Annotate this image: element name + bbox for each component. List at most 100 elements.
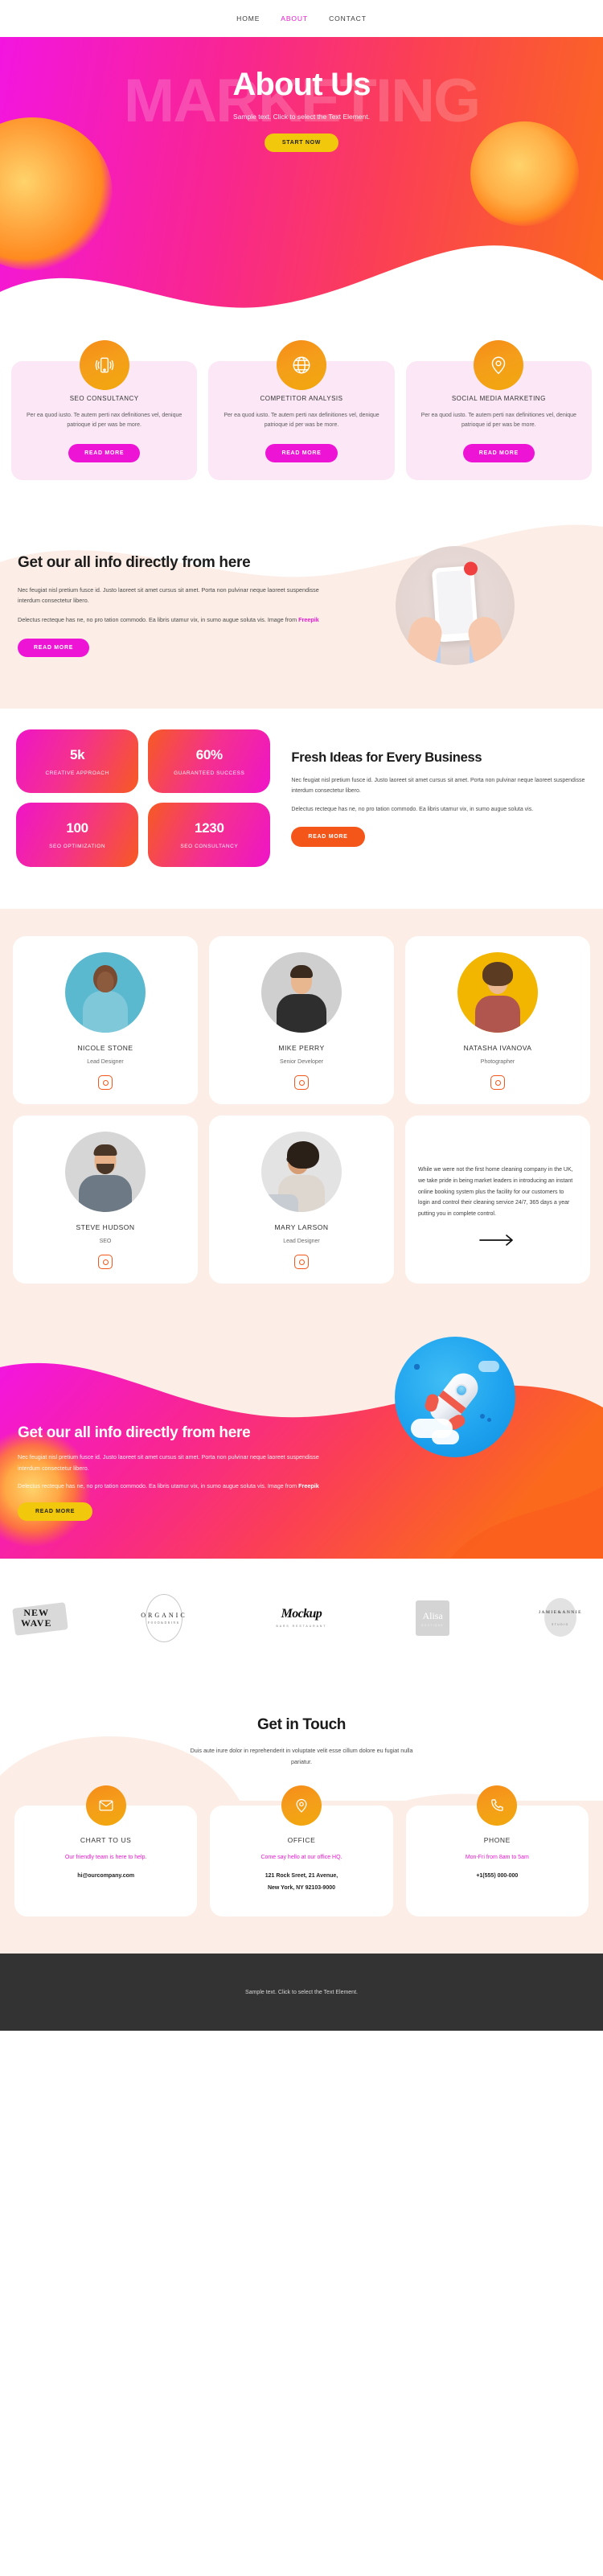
instagram-icon[interactable]: [490, 1075, 505, 1090]
member-name: STEVE HUDSON: [76, 1223, 135, 1231]
service-text: Per ea quod iusto. Te autem perti nax de…: [420, 413, 576, 429]
nav-item-contact[interactable]: CONTACT: [329, 14, 367, 23]
contact-card-title: OFFICE: [287, 1835, 316, 1844]
stat-label: SEO CONSULTANCY: [180, 844, 239, 850]
stat-card-creative-approach: 5k CREATIVE APPROACH: [16, 729, 139, 794]
stat-label: CREATIVE APPROACH: [45, 770, 109, 776]
logo-box-shape: Alisa BOUTIQUE: [416, 1600, 450, 1636]
service-read-more-button[interactable]: READ MORE: [265, 443, 338, 462]
globe-icon: [276, 340, 326, 390]
instagram-icon[interactable]: [294, 1255, 309, 1269]
service-title: COMPETITOR ANALYSIS: [260, 395, 343, 402]
start-now-button[interactable]: START NOW: [264, 134, 339, 152]
nav-item-home[interactable]: HOME: [236, 14, 260, 23]
hero-wave-divider: [0, 245, 603, 314]
member-name: NATASHA IVANOVA: [463, 1044, 532, 1052]
cta-paragraph-2: Delectus recteque has ne, no pro tation …: [18, 1481, 324, 1491]
contact-card-value: 121 Rock Sreet, 21 Avenue, New York, NY …: [265, 1872, 338, 1891]
rocket-window: [452, 1381, 470, 1399]
member-name: MARY LARSON: [274, 1223, 329, 1231]
logo-text-line2: WAVE: [21, 1617, 52, 1629]
contact-card-note: Our friendly team is here to help.: [64, 1854, 147, 1860]
instagram-icon[interactable]: [98, 1255, 113, 1269]
contact-card-chat: CHART TO US Our friendly team is here to…: [14, 1785, 198, 1917]
service-read-more-button[interactable]: READ MORE: [68, 443, 141, 462]
hero-title: About Us: [232, 67, 371, 102]
logo-text-line2: FOOD&DRINK: [147, 1621, 180, 1625]
contact-card-value[interactable]: hi@ourcompany.com: [23, 1871, 189, 1883]
contact-card-value[interactable]: +1(555) 000-000: [414, 1871, 580, 1883]
stats-read-more-button[interactable]: READ MORE: [291, 826, 365, 847]
stat-number: 100: [66, 820, 88, 836]
freepik-link[interactable]: Freepik: [298, 1482, 319, 1489]
arrow-right-icon[interactable]: [479, 1234, 516, 1246]
team-member-card: NICOLE STONE Lead Designer: [13, 936, 198, 1104]
info-paragraph-1: Nec feugiat nisl pretium fusce id. Justo…: [18, 585, 319, 604]
logo-oval-shape: [544, 1598, 576, 1637]
service-read-more-button[interactable]: READ MORE: [462, 443, 535, 462]
mobile-phone-icon: [79, 340, 129, 390]
logo-text-line1: Mockup: [281, 1607, 322, 1621]
avatar: [65, 1132, 146, 1212]
stats-title: Fresh Ideas for Every Business: [291, 750, 482, 765]
cta-text-block: Get our all info directly from here Nec …: [18, 1424, 324, 1522]
cta-paragraph-2-text: Delectus recteque has ne, no pro tation …: [18, 1481, 299, 1489]
logo-alisa: Alisa BOUTIQUE: [416, 1600, 450, 1636]
service-card-competitor-analysis: COMPETITOR ANALYSIS Per ea quod iusto. T…: [208, 340, 395, 480]
footer-text: Sample text. Click to select the Text El…: [245, 1989, 358, 1995]
cta-content: Get our all info directly from here Nec …: [0, 1317, 603, 1522]
instagram-icon[interactable]: [294, 1075, 309, 1090]
team-member-card: MARY LARSON Lead Designer: [209, 1115, 394, 1284]
cloud-small: [478, 1361, 499, 1372]
info-row: Get our all info directly from here Nec …: [0, 545, 603, 665]
cta-section: Get our all info directly from here Nec …: [0, 1317, 603, 1559]
stats-text-block: Fresh Ideas for Every Business Nec feugi…: [288, 750, 587, 847]
client-logos-section: NEW WAVE ORGANIC FOOD&DRINK Mockup BARS …: [0, 1559, 603, 1679]
logo-text-line1: JAMIE&ANNIE: [538, 1610, 582, 1615]
stat-number: 5k: [69, 746, 85, 762]
service-card-social-media-marketing: SOCIAL MEDIA MARKETING Per ea quod iusto…: [405, 340, 592, 480]
avatar: [261, 1132, 342, 1212]
map-pin-icon: [281, 1785, 322, 1826]
hand-holding-phone-illustration: [395, 545, 515, 665]
cta-illustration: [324, 1337, 585, 1457]
info-section: Get our all info directly from here Nec …: [0, 515, 603, 709]
avatar: [457, 952, 538, 1033]
contact-cards-grid: CHART TO US Our friendly team is here to…: [0, 1769, 603, 1954]
service-title: SEO CONSULTANCY: [69, 395, 139, 402]
team-grid: NICOLE STONE Lead Designer MIKE PERRY Se…: [13, 936, 590, 1284]
team-member-card: STEVE HUDSON SEO: [13, 1115, 198, 1284]
info-title: Get our all info directly from here: [18, 554, 251, 572]
contact-card-title: CHART TO US: [80, 1835, 132, 1844]
logo-text-line1: Alisa: [422, 1609, 443, 1621]
contact-section: Get in Touch Duis aute irure dolor in re…: [0, 1679, 603, 1954]
team-section: NICOLE STONE Lead Designer MIKE PERRY Se…: [0, 909, 603, 1317]
member-name: NICOLE STONE: [77, 1044, 133, 1052]
logo-new-wave: NEW WAVE: [12, 1602, 68, 1637]
freepik-link[interactable]: Freepik: [298, 616, 319, 623]
notification-badge: [463, 561, 478, 576]
stat-card-seo-optimization: 100 SEO OPTIMIZATION: [16, 803, 139, 867]
map-pin-icon: [474, 340, 524, 390]
cta-read-more-button[interactable]: READ MORE: [18, 1502, 93, 1522]
logo-text-line2: BOUTIQUE: [421, 1623, 445, 1627]
logo-text-line1: ORGANIC: [141, 1612, 187, 1619]
instagram-icon[interactable]: [98, 1075, 113, 1090]
page-root: HOME ABOUT CONTACT MARKETING About Us Sa…: [0, 0, 603, 2032]
logo-text-line2: STUDIO: [552, 1623, 569, 1626]
stat-label: GUARANTEED SUCCESS: [174, 770, 245, 776]
hero-section: MARKETING About Us Sample text. Click to…: [0, 37, 603, 314]
contact-card-phone: PHONE Mon-Fri from 8am to 5am +1(555) 00…: [405, 1785, 589, 1917]
service-text: Per ea quod iusto. Te autem perti nax de…: [27, 413, 183, 429]
avatar: [261, 952, 342, 1033]
team-member-card: MIKE PERRY Senior Developer: [209, 936, 394, 1104]
stat-card-seo-consultancy: 1230 SEO CONSULTANCY: [148, 803, 271, 867]
top-navigation: HOME ABOUT CONTACT: [0, 0, 603, 37]
nav-item-about[interactable]: ABOUT: [281, 14, 308, 23]
cloud-medium: [431, 1430, 459, 1444]
member-role: Senior Developer: [279, 1059, 324, 1065]
avatar: [65, 952, 146, 1033]
member-role: SEO: [99, 1239, 112, 1244]
info-read-more-button[interactable]: READ MORE: [18, 638, 90, 657]
member-role: Lead Designer: [283, 1239, 320, 1244]
